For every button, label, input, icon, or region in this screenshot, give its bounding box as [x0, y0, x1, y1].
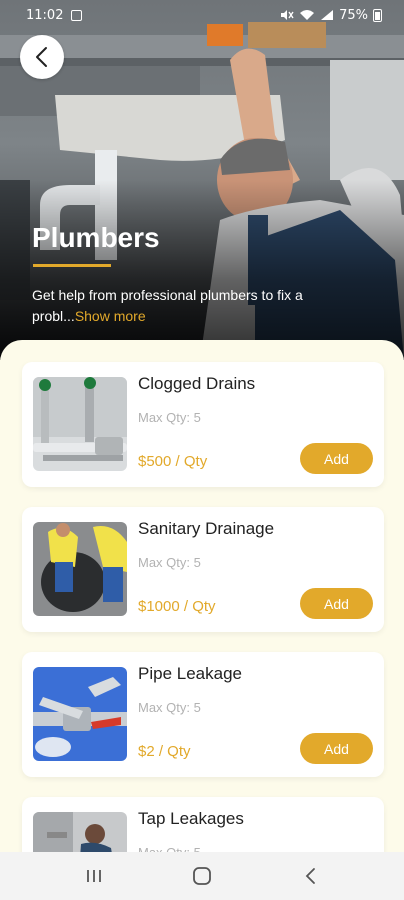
chevron-left-icon	[36, 47, 47, 67]
max-qty: Max Qty: 5	[138, 555, 201, 570]
add-button[interactable]: Add	[300, 588, 373, 619]
home-button[interactable]	[182, 856, 222, 896]
service-card[interactable]: Pipe Leakage Max Qty: 5 $2 / Qty Add	[22, 652, 384, 777]
service-title: Clogged Drains	[138, 374, 256, 393]
service-title: Pipe Leakage	[138, 664, 242, 683]
services-sheet: Clogged Drains Max Qty: 5 $500 / Qty Add…	[0, 340, 404, 855]
service-card[interactable]: Tap Leakages Max Qty: 5	[22, 797, 384, 855]
category-description: Get help from professional plumbers to f…	[32, 285, 372, 327]
service-price: $500 / Qty	[138, 453, 208, 470]
back-button[interactable]	[20, 35, 64, 79]
service-price: $2 / Qty	[138, 743, 191, 760]
notification-icon	[71, 9, 83, 21]
battery-icon	[373, 8, 382, 22]
description-text: Get help from professional plumbers to f…	[32, 287, 303, 324]
page-title: Plumbers	[32, 222, 160, 253]
title-underline	[33, 264, 111, 267]
max-qty: Max Qty: 5	[138, 700, 201, 715]
add-button[interactable]: Add	[300, 443, 373, 474]
hero-gradient	[0, 180, 404, 360]
system-nav-bar	[0, 852, 404, 900]
recents-button[interactable]	[74, 856, 114, 896]
max-qty: Max Qty: 5	[138, 410, 201, 425]
mute-icon	[281, 10, 294, 20]
status-bar: 11:02 75%	[0, 0, 404, 30]
back-chevron-icon	[305, 868, 315, 884]
system-back-button[interactable]	[290, 856, 330, 896]
battery-percent: 75%	[339, 7, 368, 23]
show-more-link[interactable]: Show more	[75, 308, 146, 324]
recents-icon	[87, 870, 101, 882]
service-price: $1000 / Qty	[138, 598, 216, 615]
service-card[interactable]: Sanitary Drainage Max Qty: 5 $1000 / Qty…	[22, 507, 384, 632]
wrench-pipe-image	[33, 667, 127, 761]
pipes-image	[33, 377, 127, 471]
add-button[interactable]: Add	[300, 733, 373, 764]
signal-icon	[321, 10, 334, 20]
tap-repair-image	[33, 812, 127, 855]
home-icon	[193, 867, 211, 885]
workers-drain-image	[33, 522, 127, 616]
service-card[interactable]: Clogged Drains Max Qty: 5 $500 / Qty Add	[22, 362, 384, 487]
wifi-icon	[300, 10, 315, 20]
status-time: 11:02	[26, 7, 64, 23]
service-title: Sanitary Drainage	[138, 519, 275, 538]
service-title: Tap Leakages	[138, 809, 244, 828]
